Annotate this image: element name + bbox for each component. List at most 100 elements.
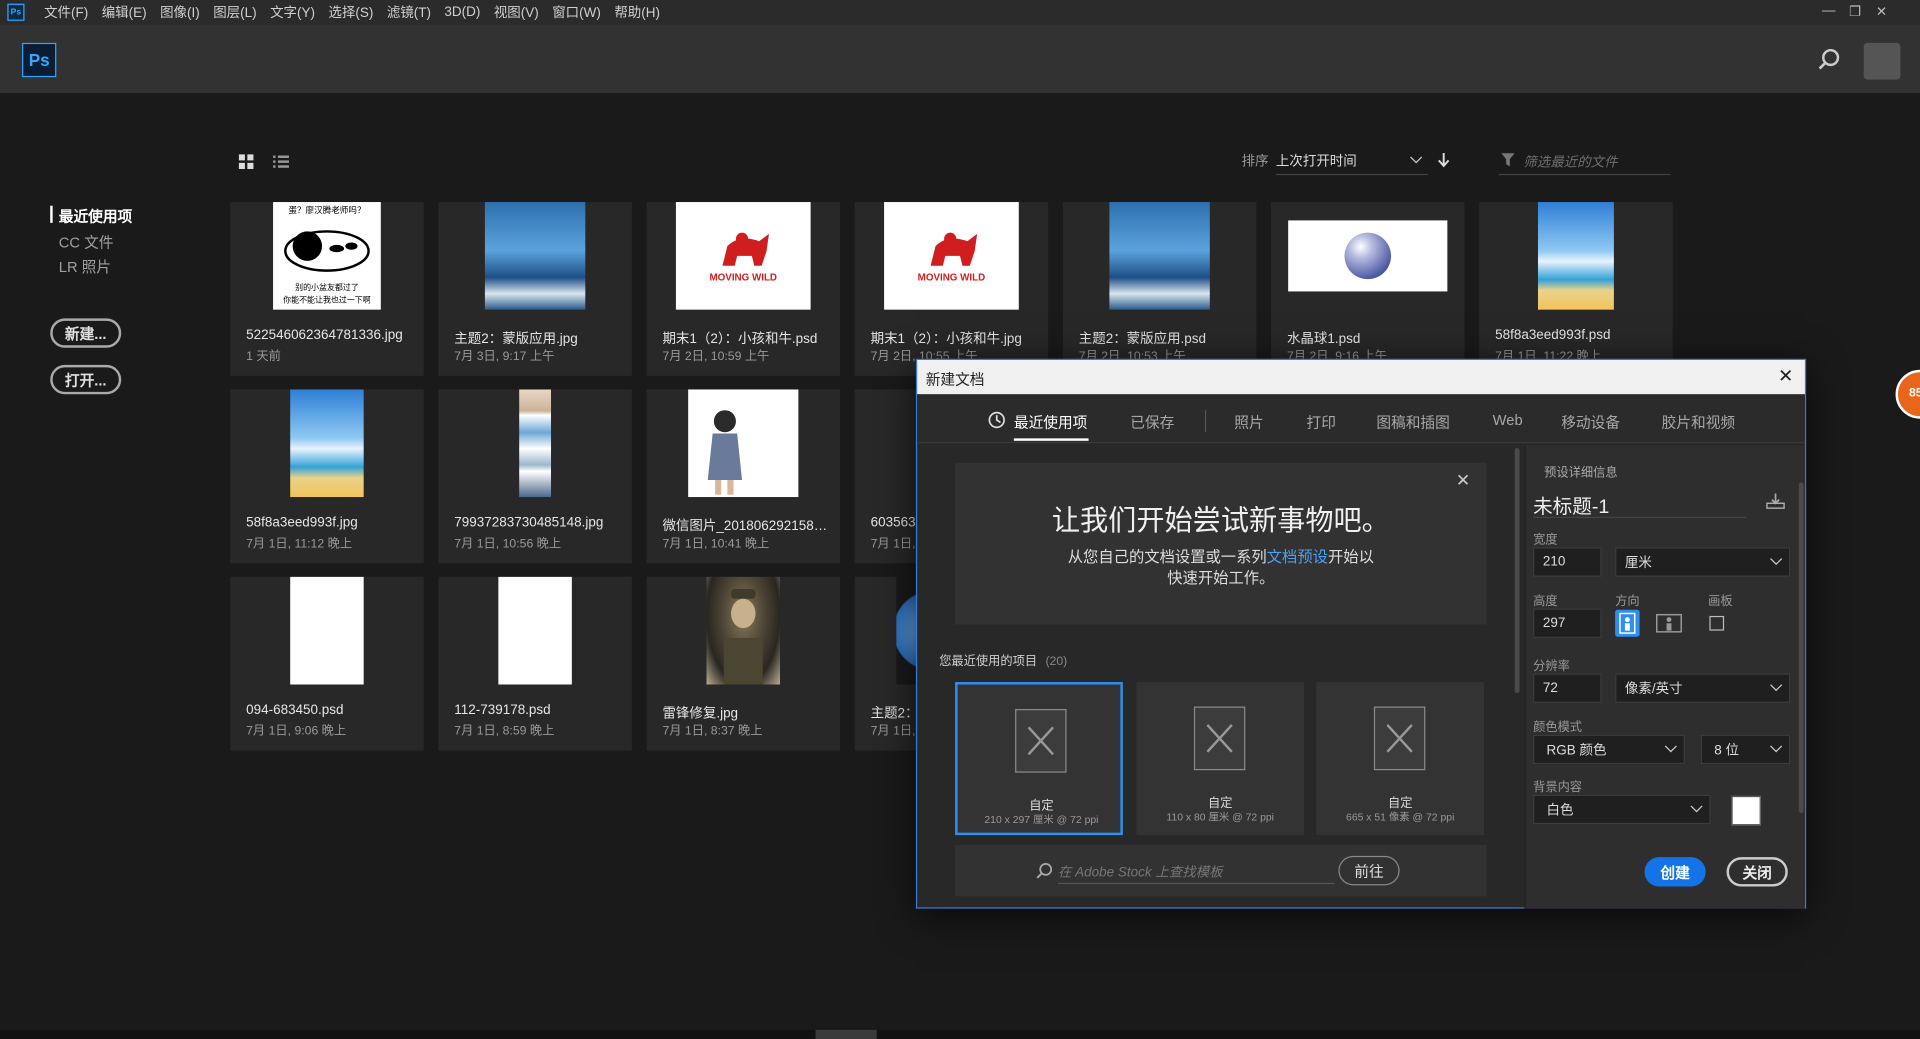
menu-file[interactable]: 文件(F) (44, 2, 88, 22)
tab-print[interactable]: 打印 (1307, 411, 1336, 432)
file-date: 7月 2日, 10:59 上午 (662, 350, 770, 364)
menu-view[interactable]: 视图(V) (494, 2, 539, 22)
file-date: 7月 1日, 10:56 晚上 (454, 537, 562, 552)
preset-dimensions: 110 x 80 厘米 @ 72 ppi (1166, 810, 1274, 823)
file-thumbnail (1479, 202, 1672, 310)
color-mode-value: RGB 颜色 (1546, 743, 1607, 758)
tab-film-video[interactable]: 胶片和视频 (1662, 411, 1735, 432)
recent-file-card[interactable]: 主题2：蒙版应用.psd 7月 2日, 10:53 上午 (1062, 202, 1257, 376)
recent-items-label: 您最近使用的项目 (20) (939, 655, 1068, 669)
recent-preset-card[interactable]: 自定 110 x 80 厘米 @ 72 ppi (1136, 682, 1305, 836)
width-unit-select[interactable]: 厘米 (1615, 547, 1791, 577)
recent-file-card[interactable]: 094-683450.psd 7月 1日, 9:06 晚上 (230, 576, 424, 751)
close-window-icon[interactable]: ✕ (1876, 4, 1887, 20)
open-button[interactable]: 打开... (50, 364, 122, 395)
tab-saved[interactable]: 已保存 (1130, 411, 1174, 432)
color-mode-select[interactable]: RGB 颜色 (1533, 734, 1685, 765)
file-thumbnail (647, 576, 840, 685)
recent-file-card[interactable]: 58f8a3eed993f.jpg 7月 1日, 11:12 晚上 (230, 389, 424, 564)
recent-file-card[interactable]: MOVING WILD 期末1（2）：小孩和牛.psd 7月 2日, 10:59… (646, 202, 841, 376)
file-thumbnail (1271, 202, 1464, 310)
search-icon[interactable] (1817, 48, 1841, 79)
recent-file-card[interactable]: 58f8a3eed993f.psd 7月 1日, 11:22 晚上 (1479, 202, 1673, 376)
menu-type[interactable]: 文字(Y) (270, 2, 315, 22)
recent-file-card[interactable]: 蛋？廖汉腾老师吗？ 别的小盆友都过了 你能不能让我也过一下啊 522546062… (230, 202, 424, 376)
user-avatar[interactable] (1863, 42, 1901, 80)
background-label: 背景内容 (1533, 781, 1583, 795)
portrait-orientation-icon[interactable] (1615, 609, 1640, 637)
go-button[interactable]: 前往 (1338, 855, 1400, 886)
tab-photo[interactable]: 照片 (1234, 411, 1263, 432)
document-icon (1373, 706, 1426, 771)
menu-help[interactable]: 帮助(H) (614, 2, 660, 22)
active-tab-underline (1013, 438, 1089, 441)
resolution-unit-select[interactable]: 像素/英寸 (1615, 673, 1791, 703)
resolution-input[interactable]: 72 (1533, 673, 1602, 703)
banner-close-icon[interactable]: ✕ (1456, 470, 1470, 491)
grid-view-icon[interactable] (238, 153, 254, 175)
file-name: 094-683450.psd (246, 702, 344, 718)
recent-preset-card[interactable]: 自定 665 x 51 像素 @ 72 ppi (1316, 682, 1485, 836)
recent-preset-card[interactable]: 自定 210 x 297 厘米 @ 72 ppi (955, 682, 1123, 836)
file-name: 58f8a3eed993f.jpg (246, 515, 358, 531)
menu-select[interactable]: 选择(S) (328, 2, 373, 22)
sidebar-item-recent[interactable]: 最近使用项 (59, 206, 132, 227)
photoshop-logo: Ps (22, 42, 57, 78)
filter-field[interactable]: 筛选最近的文件 (1498, 146, 1671, 176)
file-thumbnail: MOVING WILD (647, 202, 840, 310)
menu-window[interactable]: 窗口(W) (552, 2, 601, 22)
recent-file-card[interactable]: 水晶球1.psd 7月 2日, 9:16 上午 (1271, 202, 1465, 376)
file-date: 7月 1日, 8:59 晚上 (454, 724, 555, 739)
recent-file-card[interactable]: 112-739178.psd 7月 1日, 8:59 晚上 (438, 576, 632, 751)
artboard-checkbox[interactable] (1709, 615, 1725, 631)
stock-search-input[interactable]: 在 Adobe Stock 上查找模板 (1057, 857, 1335, 885)
tab-web[interactable]: Web (1493, 411, 1523, 428)
chevron-down-icon (1770, 740, 1783, 753)
file-thumbnail (230, 576, 423, 685)
document-presets-link[interactable]: 文档预设 (1267, 549, 1328, 566)
preset-name: 自定 (1207, 797, 1233, 811)
file-date: 7月 1日, 9:06 晚上 (246, 724, 347, 739)
menu-edit[interactable]: 编辑(E) (102, 2, 147, 22)
notification-badge[interactable]: 85 (1895, 369, 1920, 419)
crystal-ball-image (1344, 232, 1392, 280)
new-button[interactable]: 新建... (50, 318, 122, 348)
background-select[interactable]: 白色 (1533, 794, 1711, 825)
file-date: 7月 1日, 11:12 晚上 (246, 537, 353, 552)
landscape-orientation-icon[interactable] (1654, 610, 1683, 637)
close-button[interactable]: 关闭 (1726, 857, 1788, 887)
minimize-icon[interactable]: — (1822, 4, 1835, 19)
recent-file-card[interactable]: MOVING WILD 期末1（2）：小孩和牛.jpg 7月 2日, 10:55… (854, 202, 1049, 376)
menu-image[interactable]: 图像(I) (160, 2, 200, 22)
taskbar-active-item[interactable] (815, 1029, 877, 1039)
sort-dropdown[interactable]: 上次打开时间 (1275, 146, 1428, 176)
restore-icon[interactable]: ❐ (1849, 4, 1861, 20)
recent-file-card[interactable]: 微信图片_20180629215814.jpg 7月 1日, 10:41 晚上 (646, 389, 841, 564)
background-color-swatch[interactable] (1731, 795, 1761, 826)
recent-file-card[interactable]: 雷锋修复.jpg 7月 1日, 8:37 晚上 (646, 576, 841, 751)
meme-thumbnail: 蛋？廖汉腾老师吗？ 别的小盆友都过了 你能不能让我也过一下啊 (273, 202, 381, 310)
sidebar-item-lr-photos[interactable]: LR 照片 (59, 256, 111, 277)
menu-filter[interactable]: 滤镜(T) (387, 2, 431, 22)
content-scrollbar[interactable] (1514, 448, 1520, 694)
close-icon[interactable]: ✕ (1778, 365, 1793, 387)
bit-depth-select[interactable]: 8 位 (1700, 734, 1791, 765)
search-icon (1036, 862, 1053, 885)
dialog-titlebar: 新建文档 ✕ (917, 360, 1805, 395)
recent-file-card[interactable]: 主题2：蒙版应用.jpg 7月 3日, 9:17 上午 (438, 202, 632, 376)
details-scrollbar[interactable] (1798, 482, 1804, 814)
save-preset-icon[interactable] (1766, 493, 1786, 515)
recent-file-card[interactable]: 79937283730485148.jpg 7月 1日, 10:56 晚上 (438, 389, 632, 564)
tab-art-illustration[interactable]: 图稿和插图 (1376, 411, 1449, 432)
document-name-field[interactable]: 未标题-1 (1533, 490, 1739, 519)
menu-layer[interactable]: 图层(L) (213, 2, 256, 22)
list-view-icon[interactable] (273, 153, 289, 175)
create-button[interactable]: 创建 (1644, 857, 1706, 887)
sidebar-item-cc-files[interactable]: CC 文件 (59, 231, 114, 252)
sort-direction-icon[interactable] (1438, 152, 1450, 174)
tab-recent[interactable]: 最近使用项 (1014, 411, 1087, 432)
height-input[interactable]: 297 (1533, 608, 1602, 638)
width-input[interactable]: 210 (1533, 547, 1602, 577)
tab-mobile[interactable]: 移动设备 (1561, 411, 1620, 432)
menu-3d[interactable]: 3D(D) (444, 5, 480, 20)
